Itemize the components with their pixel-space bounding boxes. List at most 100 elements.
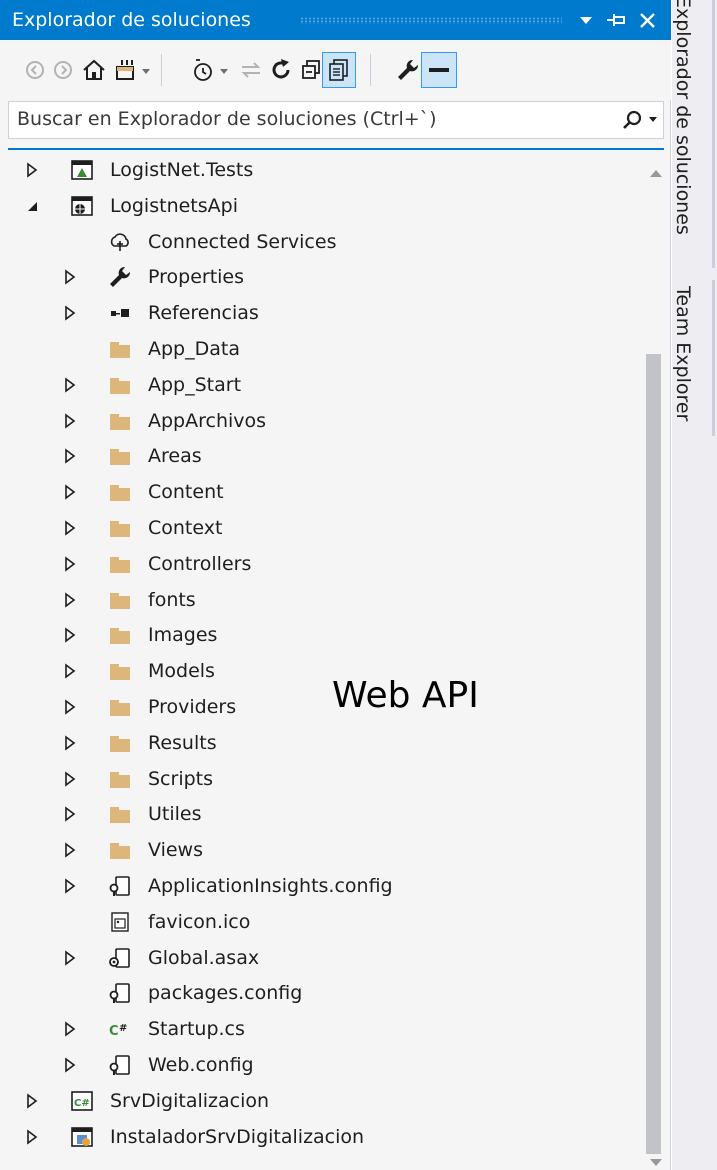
collapsed-arrow-icon[interactable] [64, 663, 76, 679]
tree-row[interactable]: Web.config [0, 1047, 640, 1083]
tree-row[interactable]: Results [0, 725, 640, 761]
web-project-icon [71, 195, 93, 216]
tree-row[interactable]: Images [0, 617, 640, 653]
tree-item-label: Areas [148, 445, 202, 468]
csharp-file-icon: C # [109, 1023, 127, 1039]
tree-row[interactable]: Properties [0, 259, 640, 295]
chevron-down-icon[interactable] [138, 57, 154, 83]
home-icon[interactable] [81, 57, 107, 83]
tree-row[interactable]: C# SrvDigitalizacion [0, 1083, 640, 1119]
collapsed-arrow-icon[interactable] [64, 735, 76, 751]
csharp-project-icon: C# [71, 1090, 93, 1111]
forward-icon[interactable] [50, 57, 76, 83]
collapsed-arrow-icon[interactable] [64, 699, 76, 715]
tree-row[interactable]: C # Startup.cs [0, 1011, 640, 1047]
pin-icon[interactable] [603, 6, 629, 34]
tree-row[interactable]: App_Start [0, 367, 640, 403]
tree-row[interactable]: Global.asax [0, 940, 640, 976]
dropdown-icon[interactable] [573, 6, 599, 34]
pending-changes-filter-icon[interactable] [190, 57, 216, 83]
tree-item-label: favicon.ico [148, 910, 251, 933]
tab-team-explorer[interactable]: Team Explorer [672, 286, 694, 421]
scroll-up-icon[interactable] [650, 170, 662, 177]
collapsed-arrow-icon[interactable] [64, 806, 76, 822]
test-project-icon [71, 160, 93, 180]
tree-item-label: Connected Services [148, 230, 337, 253]
panel-title-bar[interactable]: Explorador de soluciones [0, 0, 671, 40]
folder-icon [110, 628, 130, 645]
collapsed-arrow-icon[interactable] [64, 949, 76, 966]
preview-selected-icon[interactable] [426, 57, 452, 83]
tree-row[interactable]: Context [0, 510, 640, 546]
chevron-down-icon[interactable] [216, 57, 232, 83]
collapsed-arrow-icon[interactable] [64, 1057, 76, 1073]
collapsed-arrow-icon[interactable] [64, 305, 76, 321]
collapsed-arrow-icon[interactable] [64, 412, 76, 429]
collapsed-arrow-icon[interactable] [64, 520, 76, 536]
folder-icon [110, 700, 130, 716]
collapsed-arrow-icon[interactable] [64, 269, 76, 285]
collapsed-arrow-icon[interactable] [64, 878, 76, 894]
tree-row[interactable]: Content [0, 474, 640, 510]
search-icon[interactable] [621, 109, 643, 131]
tree-row[interactable]: App_Data [0, 331, 640, 367]
collapsed-arrow-icon[interactable] [64, 448, 76, 464]
scroll-down-icon[interactable] [650, 1159, 662, 1166]
svg-text:C#: C# [74, 1098, 90, 1109]
tree-row[interactable]: InstaladorSrvDigitalizacion [0, 1119, 640, 1155]
collapsed-arrow-icon[interactable] [64, 1021, 76, 1037]
close-icon[interactable] [635, 6, 661, 34]
search-box[interactable]: Buscar en Explorador de soluciones (Ctrl… [8, 101, 664, 139]
expanded-arrow-icon[interactable] [26, 198, 38, 214]
tree-row[interactable]: ApplicationInsights.config [0, 868, 640, 904]
tree-row[interactable]: Providers [0, 689, 640, 725]
collapsed-arrow-icon[interactable] [64, 627, 76, 643]
collapse-all-icon[interactable] [298, 57, 324, 83]
back-icon[interactable] [22, 57, 48, 83]
chevron-down-icon[interactable] [649, 117, 657, 122]
scrollbar-thumb[interactable] [646, 354, 661, 1154]
collapsed-arrow-icon[interactable] [64, 377, 76, 393]
folder-icon [110, 485, 130, 502]
tree-row[interactable]: Scripts [0, 761, 640, 797]
tree-row[interactable]: fonts [0, 582, 640, 618]
tree-row[interactable]: Models [0, 653, 640, 689]
collapsed-arrow-icon[interactable] [64, 556, 76, 572]
tree-row[interactable]: favicon.ico [0, 904, 640, 940]
setup-project-icon [71, 1126, 93, 1147]
show-all-files-icon[interactable] [326, 57, 352, 83]
tree-row[interactable]: Views [0, 832, 640, 868]
search-input[interactable]: Buscar en Explorador de soluciones (Ctrl… [17, 108, 437, 130]
properties-icon[interactable] [395, 57, 421, 83]
tree-row[interactable]: Referencias [0, 295, 640, 331]
tree-row[interactable]: Connected Services [0, 224, 640, 260]
tree-row[interactable]: LogistNet.Tests [0, 152, 640, 188]
tree-row[interactable]: Controllers [0, 546, 640, 582]
tree-row[interactable]: LogistnetsApi [0, 188, 640, 224]
tree-row[interactable]: Utiles [0, 796, 640, 832]
refresh-icon[interactable] [268, 57, 294, 83]
collapsed-arrow-icon[interactable] [26, 1128, 38, 1145]
tree-row[interactable]: packages.config [0, 975, 640, 1011]
tree-row[interactable]: Areas [0, 438, 640, 474]
svg-text:C: C [109, 1024, 119, 1039]
image-file-icon [111, 912, 129, 932]
collapsed-arrow-icon[interactable] [26, 162, 38, 178]
tree-item-label: fonts [148, 588, 196, 611]
drag-grip[interactable] [300, 17, 562, 24]
collapsed-arrow-icon[interactable] [64, 770, 76, 787]
collapsed-arrow-icon[interactable] [64, 484, 76, 500]
sync-active-doc-icon[interactable] [238, 57, 264, 83]
collapsed-arrow-icon[interactable] [26, 1093, 38, 1109]
switch-views-icon[interactable] [113, 57, 139, 83]
tree-item-label: Global.asax [148, 946, 260, 969]
collapsed-arrow-icon[interactable] [64, 842, 76, 858]
tree-row[interactable]: AppArchivos [0, 403, 640, 439]
side-tab-indicator [712, 0, 715, 268]
collapsed-arrow-icon[interactable] [64, 591, 76, 608]
search-focus-line [8, 148, 664, 150]
tree-item-label: Images [148, 624, 218, 647]
tab-solution-explorer[interactable]: Explorador de soluciones [672, 0, 694, 235]
wrench-icon [110, 267, 131, 288]
tree-item-label: Providers [148, 696, 237, 718]
